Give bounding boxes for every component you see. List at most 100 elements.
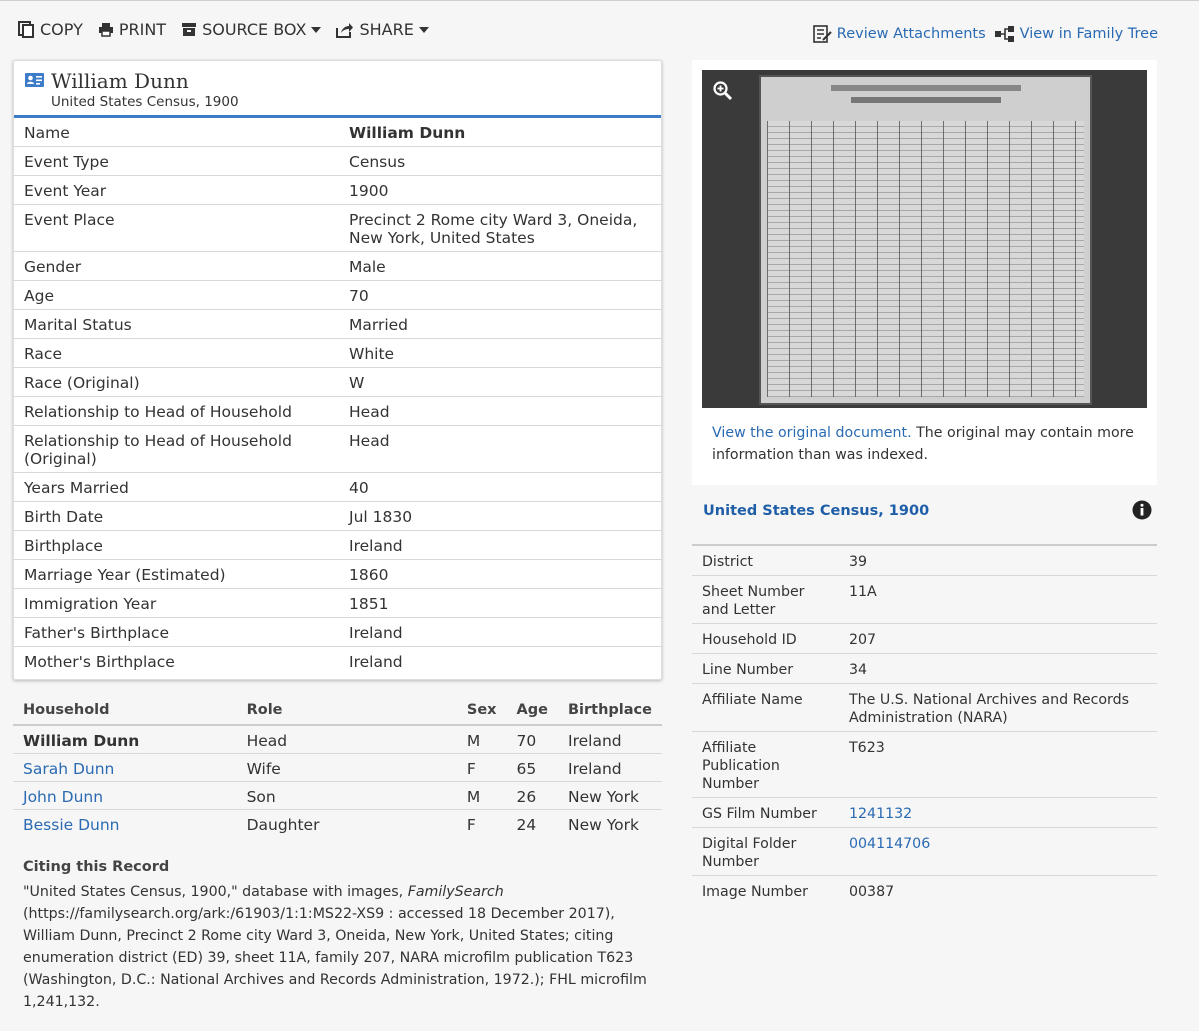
household-member-name: William Dunn (13, 725, 237, 754)
detail-label: Sheet Number and Letter (692, 575, 839, 624)
source-box-button[interactable]: SOURCE BOX (181, 20, 322, 39)
review-attachments-label: Review Attachments (836, 26, 986, 42)
collection-title-link[interactable]: United States Census, 1900 (703, 503, 929, 519)
table-row: Birth Date Jul 1830 (14, 501, 661, 531)
household-member-birthplace: Ireland (558, 725, 662, 754)
info-icon[interactable] (1132, 500, 1152, 520)
detail-value: 00387 (849, 884, 895, 900)
detail-value: T623 (839, 731, 1157, 798)
table-row: Mother's Birthplace Ireland (14, 647, 661, 676)
image-caption: View the original document. The original… (712, 422, 1142, 466)
digital-folder-number-link[interactable]: 004114706 (849, 836, 930, 852)
citation-part: "United States Census, 1900," database w… (23, 884, 408, 900)
fact-value: 40 (339, 472, 661, 502)
household-member-age: 24 (516, 816, 537, 834)
source-box-label: SOURCE BOX (202, 20, 307, 39)
fact-label: Birthplace (14, 530, 339, 560)
household-member-birthplace: Ireland (558, 753, 662, 782)
share-icon (336, 22, 354, 38)
detail-label: Digital Folder Number (692, 827, 839, 876)
view-in-family-tree-link[interactable]: View in Family Tree (994, 25, 1158, 43)
table-row: Bessie Dunn Daughter F 24 New York (13, 810, 662, 838)
share-button[interactable]: SHARE (336, 20, 429, 39)
table-row: Marriage Year (Estimated) 1860 (14, 559, 661, 589)
top-links: Review Attachments View in Family Tree (805, 25, 1158, 43)
detail-value: The U.S. National Archives and Records A… (839, 683, 1157, 732)
household-member-sex: M (456, 725, 507, 754)
fact-value: William Dunn (339, 118, 661, 147)
document-image-viewer[interactable] (702, 70, 1147, 408)
toolbar: COPY PRINT SOURCE BOX SHARE (18, 20, 444, 39)
household-member-sex: M (456, 781, 507, 810)
detail-label: Image Number (702, 884, 808, 900)
person-card-icon (25, 73, 44, 87)
document-header-mark (851, 97, 1001, 103)
fact-label: Event Year (14, 175, 339, 205)
record-collection: United States Census, 1900 (51, 94, 239, 110)
fact-value: Jul 1830 (339, 501, 661, 531)
fact-label: Relationship to Head of Household (14, 396, 339, 426)
table-row: Image Number 00387 (692, 876, 1157, 906)
print-label: PRINT (118, 20, 167, 39)
household-member-link[interactable]: John Dunn (23, 788, 103, 806)
chevron-down-icon (311, 26, 322, 33)
box-icon (182, 23, 197, 36)
household-member-role: Wife (236, 753, 457, 782)
sex-column-header: Sex (456, 702, 507, 726)
table-row: Age 70 (14, 280, 661, 310)
fact-label: Age (14, 280, 339, 310)
review-attachments-link[interactable]: Review Attachments (812, 25, 986, 43)
table-row: Gender Male (14, 251, 661, 281)
fact-value: Ireland (339, 530, 661, 560)
fact-label: Race (14, 338, 339, 368)
table-row: Immigration Year 1851 (14, 588, 661, 618)
detail-label: Line Number (692, 653, 839, 684)
document-grid (767, 121, 1084, 397)
view-original-document-link[interactable]: View the original document. (712, 425, 912, 441)
household-member-link[interactable]: Bessie Dunn (23, 816, 120, 834)
detail-value: 34 (839, 653, 1157, 684)
fact-value: W (339, 367, 661, 397)
household-member-role: Daughter (246, 816, 320, 834)
role-column-header: Role (236, 702, 457, 726)
fact-value: 1851 (339, 588, 661, 618)
table-row: Event Place Precinct 2 Rome city Ward 3, … (14, 204, 661, 252)
fact-label: Event Type (14, 146, 339, 176)
table-row: Name William Dunn (14, 118, 661, 147)
print-button[interactable]: PRINT (98, 20, 166, 39)
household-header-row: Household Role Sex Age Birthplace (13, 702, 662, 726)
household-member-link[interactable]: Sarah Dunn (23, 760, 114, 778)
fact-value: Ireland (349, 653, 403, 671)
birthplace-column-header: Birthplace (558, 702, 662, 726)
fact-label: Mother's Birthplace (24, 653, 175, 671)
record-header: William Dunn United States Census, 1900 (14, 61, 661, 118)
gs-film-number-link[interactable]: 1241132 (849, 806, 912, 822)
table-row: Race (Original) W (14, 367, 661, 397)
table-row: Sarah Dunn Wife F 65 Ireland (13, 753, 662, 782)
detail-value: 207 (839, 623, 1157, 654)
table-row: John Dunn Son M 26 New York (13, 781, 662, 810)
fact-value: 1900 (339, 175, 661, 205)
table-row: Affiliate Name The U.S. National Archives… (692, 683, 1157, 732)
household-member-birthplace: New York (568, 816, 639, 834)
table-row: Household ID 207 (692, 623, 1157, 654)
share-label: SHARE (359, 20, 414, 39)
household-member-age: 70 (506, 725, 558, 754)
detail-value: 39 (839, 546, 1157, 576)
printer-icon (98, 23, 113, 37)
document-thumbnail[interactable] (759, 75, 1092, 405)
fact-label: Relationship to Head of Household (Origi… (14, 425, 339, 473)
fact-value: Married (339, 309, 661, 339)
zoom-in-icon[interactable] (712, 80, 734, 102)
record-facts-table: Name William Dunn Event Type Census Event … (14, 118, 661, 675)
copy-icon (18, 21, 34, 38)
document-header-mark (831, 85, 1021, 91)
fact-label: Birth Date (14, 501, 339, 531)
fact-label: Years Married (14, 472, 339, 502)
fact-label: Gender (14, 251, 339, 281)
household-member-age: 26 (506, 781, 558, 810)
record-card: William Dunn United States Census, 1900 … (13, 60, 662, 680)
fact-label: Name (14, 118, 339, 147)
review-attachments-icon (812, 25, 832, 43)
copy-button[interactable]: COPY (18, 20, 83, 39)
